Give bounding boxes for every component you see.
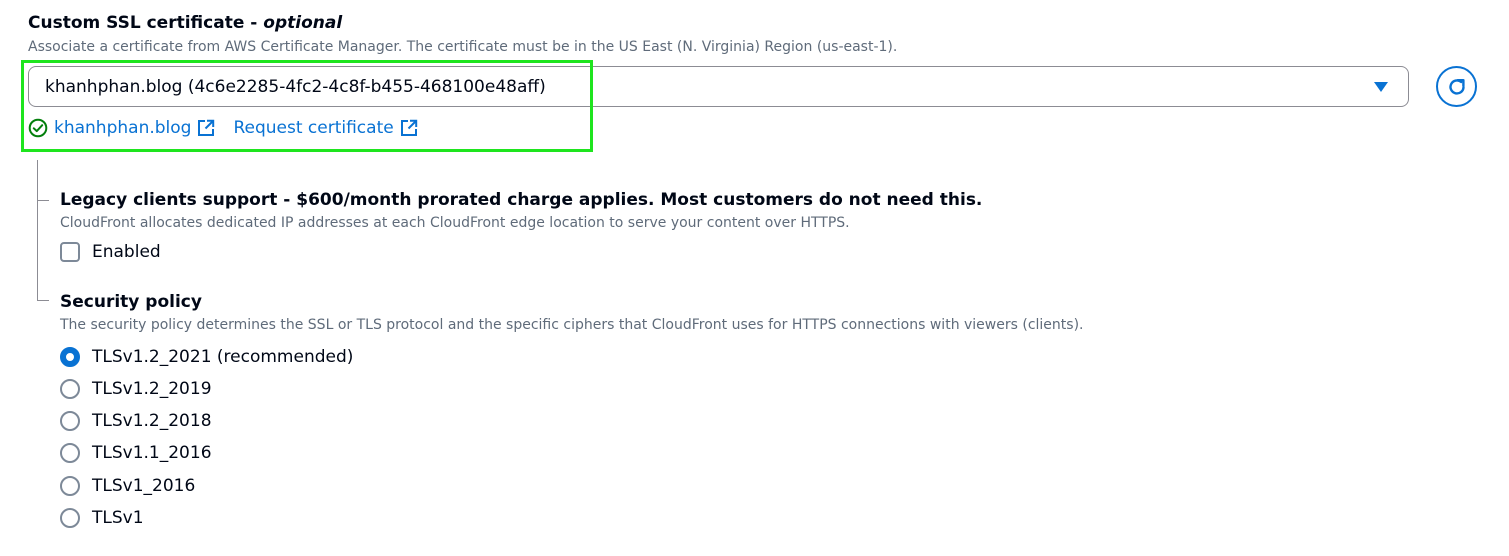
tree-connector-branch [37, 200, 49, 201]
ssl-title-text: Custom SSL certificate - [28, 13, 264, 33]
highlight-annotation-box [21, 60, 593, 152]
ssl-title-optional: optional [263, 13, 343, 33]
security-policy-radio[interactable] [60, 508, 80, 528]
security-policy-option-label: TLSv1.2_2019 [92, 379, 212, 399]
ssl-section-title: Custom SSL certificate - optional [28, 13, 342, 33]
security-policy-description: The security policy determines the SSL o… [60, 317, 1084, 333]
ssl-settings-panel: Custom SSL certificate - optional Associ… [0, 0, 1509, 556]
tree-connector-branch [37, 300, 49, 301]
legacy-enabled-checkbox[interactable] [60, 242, 80, 262]
security-policy-option-label: TLSv1.2_2018 [92, 411, 212, 431]
security-policy-radio[interactable] [60, 443, 80, 463]
security-policy-option-label: TLSv1.2_2021 (recommended) [92, 347, 354, 367]
security-policy-radio[interactable] [60, 476, 80, 496]
security-policy-title: Security policy [60, 292, 202, 312]
security-policy-option[interactable]: TLSv1.2_2021 (recommended) [60, 345, 353, 369]
security-policy-option-label: TLSv1.1_2016 [92, 443, 212, 463]
security-policy-radio[interactable] [60, 379, 80, 399]
security-policy-option-label: TLSv1 [92, 508, 144, 528]
legacy-support-title: Legacy clients support - $600/month pror… [60, 190, 983, 210]
security-policy-radio[interactable] [60, 347, 80, 367]
ssl-description: Associate a certificate from AWS Certifi… [28, 39, 898, 55]
refresh-icon [1448, 78, 1465, 95]
security-policy-radio[interactable] [60, 411, 80, 431]
security-policy-option-label: TLSv1_2016 [92, 476, 196, 496]
caret-down-icon [1374, 82, 1388, 92]
security-policy-option[interactable]: TLSv1 [60, 506, 144, 530]
refresh-button[interactable] [1436, 66, 1477, 107]
security-policy-option[interactable]: TLSv1.1_2016 [60, 441, 212, 465]
legacy-enabled-label: Enabled [92, 242, 161, 262]
security-policy-option[interactable]: TLSv1.2_2018 [60, 409, 212, 433]
tree-connector-line [37, 160, 38, 300]
legacy-enabled-option[interactable]: Enabled [60, 242, 161, 262]
security-policy-option[interactable]: TLSv1_2016 [60, 474, 195, 498]
legacy-support-description: CloudFront allocates dedicated IP addres… [60, 215, 850, 231]
security-policy-option[interactable]: TLSv1.2_2019 [60, 377, 212, 401]
